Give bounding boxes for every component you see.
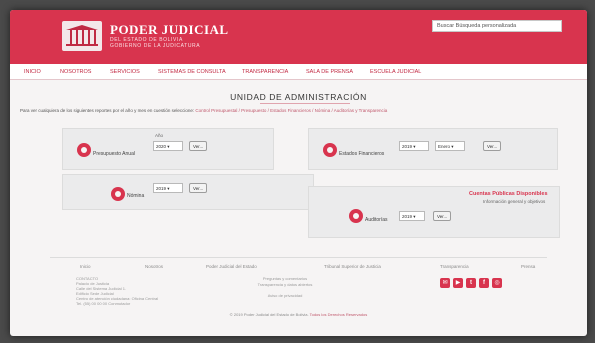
brand-subtitle-2: GOBIERNO DE LA JUDICATURA: [110, 43, 201, 49]
footer-divider: [50, 257, 547, 258]
view-button-nomina[interactable]: Ver...: [189, 183, 208, 193]
courthouse-logo-icon[interactable]: [62, 21, 102, 51]
footer-link-prensa[interactable]: Prensa: [521, 264, 535, 269]
intro-instructions: Para ver cualquiera de los siguientes re…: [20, 108, 195, 113]
card-estados-financieros: Estados Financieros 2019 ▾ Enero ▾ Ver..…: [308, 128, 558, 170]
footer-link-nosotros[interactable]: Nosotros: [145, 264, 163, 269]
mail-icon[interactable]: ✉: [440, 278, 450, 288]
card-label-presupuesto: Presupuesto Anual: [93, 151, 135, 157]
footer-link-transparencia[interactable]: Transparencia: [440, 264, 469, 269]
nav-item-transparencia[interactable]: TRANSPARENCIA: [242, 69, 288, 75]
brand-title: PODER JUDICIAL: [110, 22, 229, 37]
footer-link-comments[interactable]: Preguntas y comentarios: [240, 276, 330, 281]
finance-icon: [323, 143, 337, 157]
intro-text: Para ver cualquiera de los siguientes re…: [20, 108, 580, 113]
nav-item-inicio[interactable]: INICIO: [24, 69, 41, 75]
footer-link-inicio[interactable]: Inicio: [80, 264, 91, 269]
promo-subtitle: Información general y objetivos: [483, 199, 546, 204]
nav-item-sistemas-de-consulta[interactable]: SISTEMAS DE CONSULTA: [158, 69, 226, 75]
footer-link-poder-judicial[interactable]: Poder Judicial del Estado: [206, 264, 257, 269]
facebook-icon[interactable]: f: [479, 278, 489, 288]
search-input[interactable]: Buscar Búsqueda personalizada: [432, 20, 562, 32]
footer-link-tribunal[interactable]: Tribunal Superior de Justicia: [324, 264, 381, 269]
footer-link-open-data[interactable]: Transparencia y datos abiertos: [240, 282, 330, 287]
budget-icon: [77, 143, 91, 157]
youtube-icon[interactable]: ▶: [453, 278, 463, 288]
year-select-presupuesto[interactable]: 2020 ▾: [153, 141, 183, 151]
page-title: UNIDAD DE ADMINISTRACIÓN: [230, 92, 367, 102]
nav-item-escuela-judicial[interactable]: ESCUELA JUDICIAL: [370, 69, 421, 75]
twitter-icon[interactable]: t: [466, 278, 476, 288]
view-button-presupuesto[interactable]: Ver...: [189, 141, 208, 151]
footer-link-privacy[interactable]: Aviso de privacidad: [240, 293, 330, 298]
audit-icon: [349, 209, 363, 223]
card-label-estados: Estados Financieros: [339, 151, 385, 157]
browser-frame: PODER JUDICIAL DEL ESTADO DE BOLIVIA GOB…: [10, 10, 587, 336]
view-button-auditorias[interactable]: Ver...: [433, 211, 452, 221]
year-label: Año: [155, 133, 164, 138]
intro-links[interactable]: Control Presupuestal / Presupuesto / Est…: [195, 108, 387, 113]
nav-item-servicios[interactable]: SERVICIOS: [110, 69, 140, 75]
view-button-estados[interactable]: Ver...: [483, 141, 502, 151]
card-nomina: Nómina 2019 ▾ Ver...: [62, 174, 314, 210]
year-select-nomina[interactable]: 2019 ▾: [153, 183, 183, 193]
copyright: © 2019 Poder Judicial del Estado de Boli…: [10, 312, 587, 317]
year-select-auditorias[interactable]: 2019 ▾: [399, 211, 425, 221]
copyright-text: © 2019 Poder Judicial del Estado de Boli…: [229, 312, 309, 317]
year-select-estados[interactable]: 2019 ▾: [399, 141, 429, 151]
instagram-icon[interactable]: ◎: [492, 278, 502, 288]
payroll-icon: [111, 187, 125, 201]
promo-title[interactable]: Cuentas Públicas Disponibles: [469, 191, 548, 197]
copyright-rights: Todos los Derechos Reservados: [309, 312, 368, 317]
card-label-nomina: Nómina: [127, 193, 145, 199]
month-select-estados[interactable]: Enero ▾: [435, 141, 465, 151]
nav-item-nosotros[interactable]: NOSOTROS: [60, 69, 91, 75]
contact-line: Tel. (55) 00 00 00 Conmutador: [76, 301, 131, 306]
card-label-auditorias: Auditorías: [365, 217, 388, 223]
main-nav: INICIO NOSOTROS SERVICIOS SISTEMAS DE CO…: [10, 64, 587, 80]
card-presupuesto: Presupuesto Anual Año 2020 ▾ Ver...: [62, 128, 274, 170]
header-bar: PODER JUDICIAL DEL ESTADO DE BOLIVIA GOB…: [10, 10, 587, 64]
nav-item-sala-de-prensa[interactable]: SALA DE PRENSA: [306, 69, 353, 75]
card-auditorias: Auditorías 2019 ▾ Ver... Cuentas Pública…: [308, 186, 560, 238]
title-divider: [260, 103, 350, 104]
contact-block: CONTACTO Palacio de Justicia Calle del S…: [76, 276, 158, 306]
